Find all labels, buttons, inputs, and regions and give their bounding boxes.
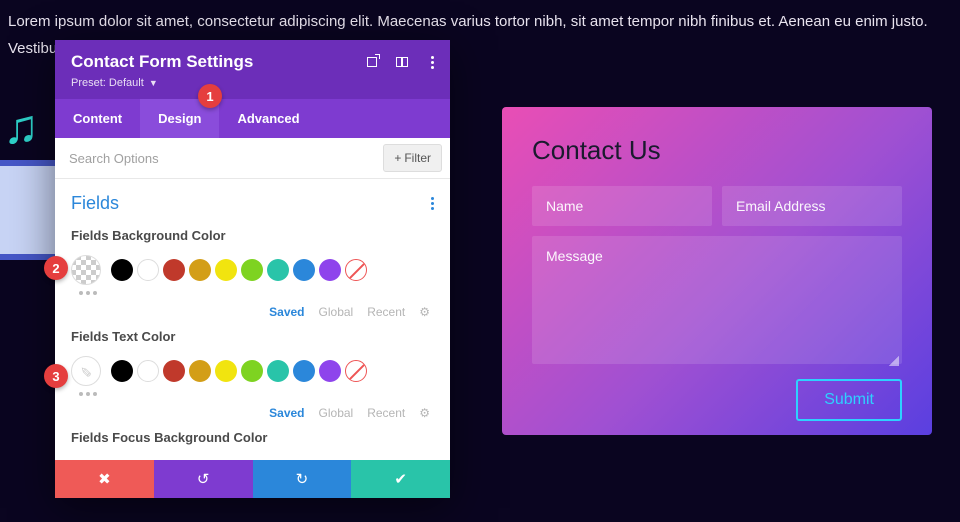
email-input[interactable] <box>722 186 902 226</box>
chevron-down-icon: ▼ <box>149 78 158 88</box>
fields-focus-block: Fields Focus Background Color <box>55 420 450 445</box>
callout-marker-2: 2 <box>44 256 68 280</box>
swatch-yellow[interactable] <box>215 360 237 382</box>
swatch-teal[interactable] <box>267 360 289 382</box>
callout-marker-1: 1 <box>198 84 222 108</box>
message-textarea[interactable] <box>532 236 902 364</box>
field-label: Fields Background Color <box>71 228 434 243</box>
swatch-white[interactable] <box>137 259 159 281</box>
panel-header[interactable]: Contact Form Settings Preset: Default ▼ <box>55 40 450 99</box>
preview-title: Contact Us <box>532 135 902 166</box>
swatch-tab-recent[interactable]: Recent <box>367 305 405 319</box>
tab-advanced[interactable]: Advanced <box>219 99 317 138</box>
swatch-black[interactable] <box>111 259 133 281</box>
preset-selector[interactable]: Preset: Default ▼ <box>71 77 434 89</box>
swatch-white[interactable] <box>137 360 159 382</box>
undo-button[interactable]: ↺ <box>154 460 253 498</box>
section-menu-icon[interactable] <box>431 197 434 210</box>
swatch-blue[interactable] <box>293 360 315 382</box>
gear-icon[interactable]: ⚙ <box>419 406 430 420</box>
undo-icon: ↺ <box>197 470 210 488</box>
panel-actions: ✖ ↺ ↻ ✔ <box>55 460 450 498</box>
swatch-black[interactable] <box>111 360 133 382</box>
name-input[interactable] <box>532 186 712 226</box>
fields-text-block: Fields Text Color Saved Global Recent ⚙ <box>55 319 450 420</box>
swatch-tab-global[interactable]: Global <box>319 406 354 420</box>
field-label: Fields Focus Background Color <box>71 430 434 445</box>
gear-icon[interactable]: ⚙ <box>419 305 430 319</box>
swatch-none[interactable] <box>345 259 367 281</box>
swatch-dots-icon[interactable] <box>79 392 434 396</box>
music-note-icon: ♫ <box>3 100 39 155</box>
swatch-tab-global[interactable]: Global <box>319 305 354 319</box>
swatch-purple[interactable] <box>319 259 341 281</box>
tab-content[interactable]: Content <box>55 99 140 138</box>
section-header[interactable]: Fields <box>55 179 450 218</box>
swatch-tab-saved[interactable]: Saved <box>269 305 304 319</box>
swatch-teal[interactable] <box>267 259 289 281</box>
settings-panel: Contact Form Settings Preset: Default ▼ … <box>55 40 450 498</box>
search-input[interactable] <box>55 139 375 178</box>
callout-marker-3: 3 <box>44 364 68 388</box>
contact-form-preview: Contact Us Submit <box>502 107 932 435</box>
swatch-dots-icon[interactable] <box>79 291 434 295</box>
save-button[interactable]: ✔ <box>351 460 450 498</box>
swatch-tab-saved[interactable]: Saved <box>269 406 304 420</box>
swatch-none[interactable] <box>345 360 367 382</box>
panel-tabs: Content Design Advanced <box>55 99 450 138</box>
cancel-button[interactable]: ✖ <box>55 460 154 498</box>
layout-icon[interactable] <box>394 54 410 70</box>
swatch-green[interactable] <box>241 259 263 281</box>
field-label: Fields Text Color <box>71 329 434 344</box>
filter-button[interactable]: +Filter <box>383 144 442 172</box>
expand-icon[interactable] <box>364 54 380 70</box>
swatch-selected-transparent[interactable] <box>71 255 101 285</box>
swatch-orange[interactable] <box>189 259 211 281</box>
section-title: Fields <box>71 193 119 214</box>
more-icon[interactable] <box>424 54 440 70</box>
redo-button[interactable]: ↻ <box>253 460 352 498</box>
close-icon: ✖ <box>98 470 111 488</box>
swatch-red[interactable] <box>163 360 185 382</box>
check-icon: ✔ <box>394 470 407 488</box>
swatch-tab-recent[interactable]: Recent <box>367 406 405 420</box>
swatch-red[interactable] <box>163 259 185 281</box>
swatch-yellow[interactable] <box>215 259 237 281</box>
plus-icon: + <box>394 151 401 165</box>
swatch-purple[interactable] <box>319 360 341 382</box>
submit-button[interactable]: Submit <box>796 379 902 421</box>
search-bar: +Filter <box>55 138 450 179</box>
swatch-orange[interactable] <box>189 360 211 382</box>
fields-bg-block: Fields Background Color Saved Global Rec… <box>55 218 450 319</box>
redo-icon: ↻ <box>296 470 309 488</box>
resize-grip-icon[interactable] <box>889 356 899 366</box>
swatch-blue[interactable] <box>293 259 315 281</box>
swatch-green[interactable] <box>241 360 263 382</box>
swatch-selected-white[interactable] <box>71 356 101 386</box>
